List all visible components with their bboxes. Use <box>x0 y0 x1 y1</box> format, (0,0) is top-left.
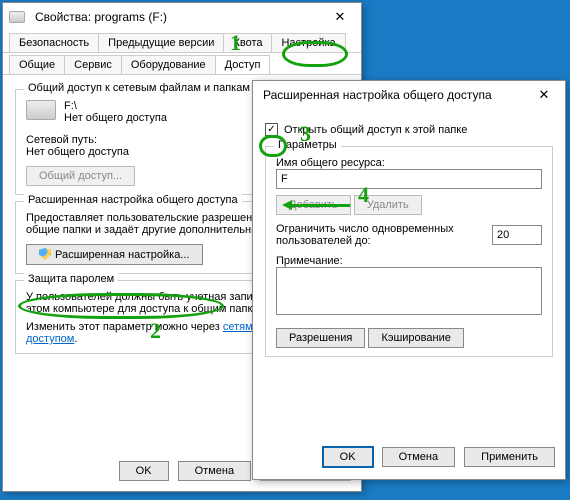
share-status: Нет общего доступа <box>64 112 167 124</box>
advanced-settings-button-label: Расширенная настройка... <box>55 249 190 261</box>
share-name-label: Имя общего ресурса: <box>276 157 542 169</box>
ok-button[interactable]: OK <box>119 461 169 481</box>
tab-sharing[interactable]: Доступ <box>215 55 271 74</box>
tab-security[interactable]: Безопасность <box>9 33 99 52</box>
advanced-sharing-body: ✓ Открыть общий доступ к этой папке Пара… <box>253 109 565 371</box>
limit-users-label: Ограничить число одновременных пользоват… <box>276 223 482 247</box>
permissions-button[interactable]: Разрешения <box>276 328 365 348</box>
close-icon[interactable]: ✕ <box>529 87 559 103</box>
tab-previous-versions[interactable]: Предыдущие версии <box>98 33 224 52</box>
tab-hardware[interactable]: Оборудование <box>121 55 216 74</box>
add-button[interactable]: Добавить <box>276 195 351 215</box>
advanced-share-legend: Расширенная настройка общего доступа <box>24 194 242 206</box>
password-protect-legend: Защита паролем <box>24 273 118 285</box>
open-share-label: Открыть общий доступ к этой папке <box>284 124 467 136</box>
note-label: Примечание: <box>276 255 542 267</box>
delete-button[interactable]: Удалить <box>354 195 422 215</box>
password-change-prefix: Изменить этот параметр можно через <box>26 321 223 333</box>
ok-button[interactable]: OK <box>323 447 373 467</box>
apply-button[interactable]: Применить <box>464 447 555 467</box>
limit-users-spinner[interactable] <box>492 225 542 245</box>
share-button[interactable]: Общий доступ... <box>26 166 135 186</box>
open-share-checkbox-row[interactable]: ✓ Открыть общий доступ к этой папке <box>265 123 553 136</box>
drive-small-icon <box>9 11 25 23</box>
tab-customize[interactable]: Настройка <box>271 33 345 52</box>
shield-icon <box>39 248 51 260</box>
network-share-legend: Общий доступ к сетевым файлам и папкам <box>24 82 254 94</box>
advanced-sharing-button-row: OK Отмена Применить <box>253 441 565 473</box>
advanced-sharing-title: Расширенная настройка общего доступа <box>259 88 529 102</box>
advanced-sharing-window: Расширенная настройка общего доступа ✕ ✓… <box>252 80 566 480</box>
params-legend: Параметры <box>274 139 341 151</box>
tab-general[interactable]: Общие <box>9 55 65 74</box>
note-textarea[interactable] <box>276 267 542 315</box>
tabs-row-1: Безопасность Предыдущие версии Квота Нас… <box>3 31 361 53</box>
close-icon[interactable]: ✕ <box>325 9 355 25</box>
tab-quota[interactable]: Квота <box>223 33 272 52</box>
drive-label: F:\ <box>64 100 167 112</box>
open-share-checkbox[interactable]: ✓ <box>265 123 278 136</box>
advanced-settings-button[interactable]: Расширенная настройка... <box>26 244 203 265</box>
tabs-row-2: Общие Сервис Оборудование Доступ <box>3 53 361 75</box>
cancel-button[interactable]: Отмена <box>382 447 455 467</box>
properties-titlebar: Свойства: programs (F:) ✕ <box>3 3 361 31</box>
advanced-sharing-titlebar: Расширенная настройка общего доступа ✕ <box>253 81 565 109</box>
properties-title: Свойства: programs (F:) <box>31 10 325 24</box>
params-groupbox: Параметры Имя общего ресурса: Добавить У… <box>265 146 553 357</box>
tab-tools[interactable]: Сервис <box>64 55 122 74</box>
caching-button[interactable]: Кэширование <box>368 328 463 348</box>
cancel-button[interactable]: Отмена <box>178 461 251 481</box>
drive-icon <box>26 100 56 120</box>
share-name-input[interactable] <box>276 169 542 189</box>
